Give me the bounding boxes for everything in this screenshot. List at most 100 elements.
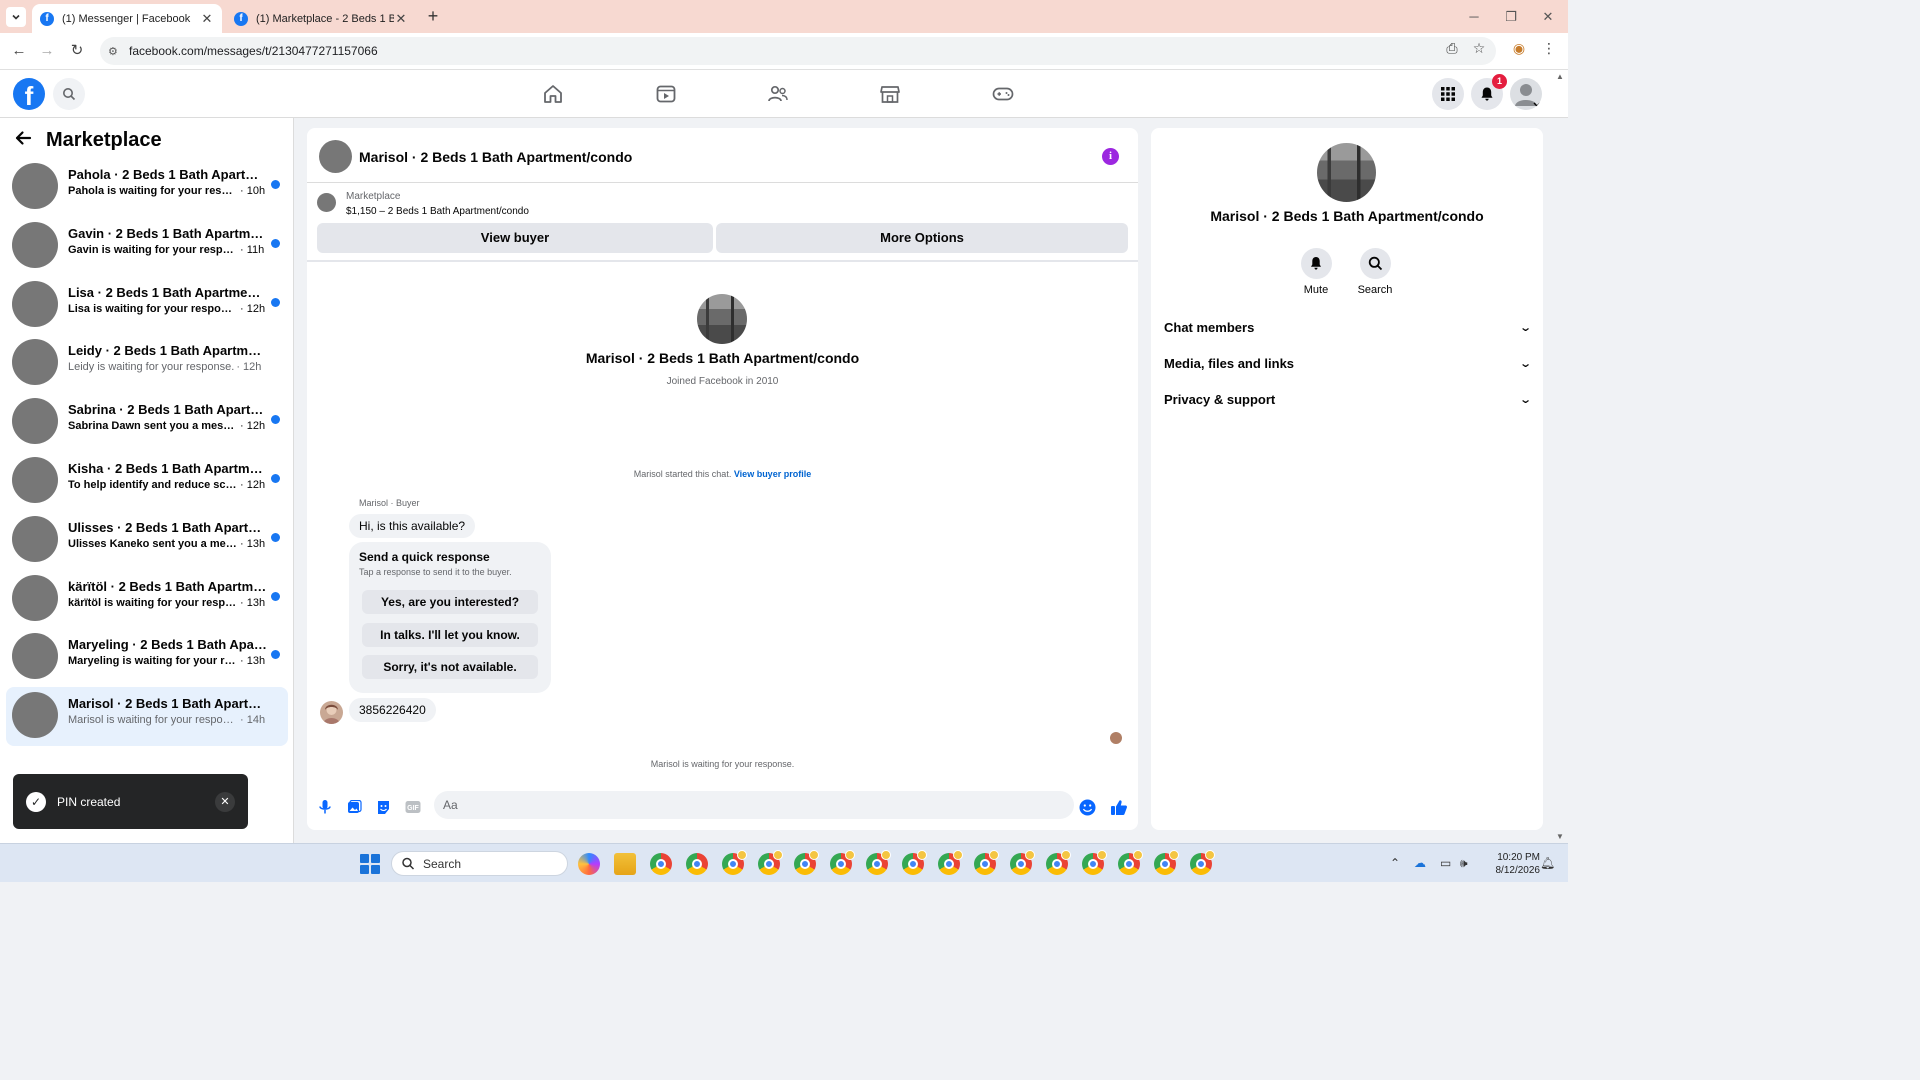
chrome-profile-icon[interactable] — [1046, 850, 1071, 875]
details-avatar[interactable] — [1317, 143, 1376, 202]
friends-icon[interactable] — [766, 82, 790, 106]
reload-button[interactable]: ↻ — [68, 42, 86, 60]
view-buyer-button[interactable]: View buyer — [317, 223, 713, 253]
notification-bell-icon[interactable]: 🔔︎ — [1540, 856, 1555, 870]
view-buyer-profile-link[interactable]: View buyer profile — [734, 469, 811, 479]
chrome-profile-icon[interactable] — [650, 853, 672, 875]
taskbar-search-label: Search — [423, 856, 462, 871]
bookmark-star-icon[interactable]: ☆ — [1470, 40, 1488, 57]
more-options-button[interactable]: More Options — [716, 223, 1128, 253]
sender-label: Marisol · Buyer — [359, 498, 420, 508]
close-window-button[interactable]: ✕ — [1540, 9, 1556, 25]
taskbar-search[interactable]: Search — [391, 851, 568, 876]
conversation-item[interactable]: Leidy · 2 Beds 1 Bath Apartment/condo Lei… — [6, 334, 288, 393]
facebook-logo-icon[interactable]: f — [13, 78, 45, 111]
chat-members-section[interactable]: Chat members ⌄ — [1164, 315, 1532, 339]
quick-response-button[interactable]: In talks. I'll let you know. — [362, 623, 538, 647]
mute-button[interactable]: Mute — [1288, 248, 1344, 296]
message-bubble[interactable]: Hi, is this available? — [349, 514, 476, 538]
restore-button[interactable]: ❐ — [1503, 9, 1519, 25]
chrome-profile-icon[interactable] — [974, 850, 999, 875]
chat-avatar[interactable] — [319, 140, 352, 173]
conversation-item[interactable]: Lisa · 2 Beds 1 Bath Apartment/condo Lisa… — [6, 276, 288, 335]
tab-close-icon[interactable]: ✕ — [200, 11, 214, 27]
windows-start-icon[interactable] — [360, 854, 380, 874]
onedrive-icon[interactable]: ☁ — [1414, 856, 1426, 870]
quick-response-button[interactable]: Yes, are you interested? — [362, 590, 538, 614]
chrome-profile-icon[interactable] — [830, 850, 855, 875]
conversation-item[interactable]: Maryeling · 2 Beds 1 Bath Apartment/cond… — [6, 628, 288, 687]
microphone-icon[interactable] — [316, 798, 334, 816]
facebook-search-button[interactable] — [53, 78, 85, 110]
volume-icon[interactable]: 🕪 — [1460, 856, 1468, 871]
back-button[interactable]: ← — [10, 42, 28, 60]
scroll-up-arrow-icon[interactable]: ▲ — [1556, 72, 1564, 81]
buyer-avatar[interactable] — [320, 701, 343, 724]
message-input[interactable]: Aa — [434, 791, 1074, 819]
chrome-profile-icon[interactable] — [1118, 850, 1143, 875]
listing-price-title[interactable]: $1,150 – 2 Beds 1 Bath Apartment/condo — [346, 206, 529, 217]
toast-close-icon[interactable]: ✕ — [215, 791, 235, 812]
quick-response-button[interactable]: Sorry, it's not available. — [362, 655, 538, 679]
snipping-tool-icon[interactable] — [686, 853, 708, 875]
scroll-down-arrow-icon[interactable]: ▼ — [1556, 832, 1564, 841]
preview-text: Lisa is waiting for your response. — [68, 302, 238, 315]
home-icon[interactable] — [541, 82, 565, 106]
back-arrow-icon[interactable] — [14, 128, 36, 152]
profile-badge-icon — [845, 850, 855, 860]
message-bubble[interactable]: 3856226420 — [349, 698, 436, 722]
info-icon[interactable]: i — [1102, 148, 1119, 165]
omnibox[interactable]: ⚙ facebook.com/messages/t/21304772711570… — [100, 37, 1496, 65]
media-files-links-section[interactable]: Media, files and links ⌄ — [1164, 351, 1532, 375]
thumbs-up-icon[interactable] — [1110, 798, 1128, 816]
new-tab-button[interactable]: + — [424, 7, 442, 25]
conversation-item[interactable]: Ulisses · 2 Beds 1 Bath Apartment/condo U… — [6, 511, 288, 570]
chrome-profile-icon[interactable] — [794, 850, 819, 875]
network-icon[interactable]: ▭ — [1440, 856, 1451, 870]
url-text[interactable]: facebook.com/messages/t/2130477271157066 — [129, 44, 378, 58]
chrome-profile-icon[interactable] — [758, 850, 783, 875]
privacy-support-section[interactable]: Privacy & support ⌄ — [1164, 387, 1532, 411]
marketplace-icon[interactable] — [878, 82, 902, 106]
copilot-icon[interactable] — [578, 853, 600, 875]
forward-button[interactable]: → — [38, 42, 56, 60]
chrome-profile-icon[interactable] — [866, 850, 891, 875]
tab-marketplace[interactable]: f (1) Marketplace - 2 Beds 1 Bath ✕ — [226, 4, 416, 33]
conversation-item[interactable]: Gavin · 2 Beds 1 Bath Apartment/condo Gav… — [6, 217, 288, 276]
chrome-profile-icon[interactable] — [938, 850, 963, 875]
menu-button[interactable] — [1432, 78, 1464, 110]
conversation-item[interactable]: Pahola · 2 Beds 1 Bath Apartment/condo Pa… — [6, 158, 288, 217]
conversation-item[interactable]: Sabrina · 2 Beds 1 Bath Apartment/condo S… — [6, 393, 288, 452]
chrome-profile-icon[interactable] — [1154, 850, 1179, 875]
tab-search-button[interactable] — [6, 7, 26, 27]
install-app-icon[interactable]: ⎙ — [1443, 40, 1461, 57]
sticker-icon[interactable] — [374, 798, 392, 816]
search-conversation-button[interactable]: Search — [1347, 248, 1403, 296]
tab-close-icon[interactable]: ✕ — [394, 11, 408, 27]
browser-menu-icon[interactable]: ⋮ — [1540, 40, 1558, 57]
chrome-profile-icon[interactable] — [1010, 850, 1035, 875]
chrome-profile-icon[interactable] — [1082, 850, 1107, 875]
chrome-profile-icon[interactable] — [1190, 850, 1215, 875]
video-icon[interactable] — [654, 82, 678, 106]
tab-messenger[interactable]: f (1) Messenger | Facebook ✕ — [32, 4, 222, 33]
toast-message: PIN created — [57, 794, 121, 809]
search-icon — [402, 857, 415, 870]
site-info-icon[interactable]: ⚙ — [108, 45, 124, 58]
conversation-item[interactable]: Kisha · 2 Beds 1 Bath Apartment/condo To … — [6, 452, 288, 511]
chrome-profile-icon[interactable] — [722, 850, 747, 875]
conversation-item[interactable]: kärïtöl · 2 Beds 1 Bath Apartment/condo k… — [6, 570, 288, 629]
photo-icon[interactable] — [345, 798, 363, 816]
profile-icon[interactable]: ◉ — [1510, 40, 1528, 57]
system-clock[interactable]: 10:20 PM 8/12/2026 — [1480, 851, 1541, 877]
emoji-icon[interactable] — [1078, 798, 1096, 816]
conversation-item[interactable]: Marisol · 2 Beds 1 Bath Apartment/condo M… — [6, 687, 288, 746]
chat-title[interactable]: Marisol · 2 Beds 1 Bath Apartment/condo — [359, 149, 632, 165]
file-explorer-icon[interactable] — [614, 853, 636, 875]
gaming-icon[interactable] — [991, 82, 1015, 106]
show-hidden-icons-chevron-icon[interactable]: ⌃ — [1390, 856, 1400, 870]
minimize-button[interactable]: ─ — [1466, 9, 1482, 24]
gif-icon[interactable]: GIF — [404, 798, 422, 816]
account-avatar[interactable] — [1510, 78, 1542, 110]
chrome-profile-icon[interactable] — [902, 850, 927, 875]
